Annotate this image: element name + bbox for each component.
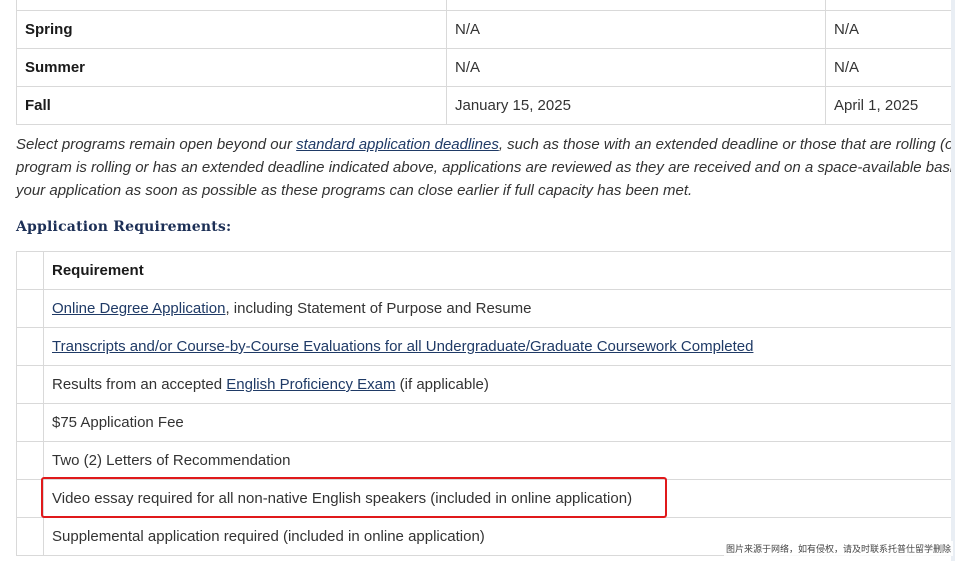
online-application-link[interactable]: Online Degree Application <box>52 300 225 317</box>
deadline-note: Select programs remain open beyond our s… <box>16 133 955 202</box>
term-cell: Spring <box>16 10 447 49</box>
standard-deadlines-link[interactable]: standard application deadlines <box>296 136 499 153</box>
requirement-cell: Online Degree Application, including Sta… <box>43 289 955 328</box>
highlight-box <box>41 477 667 518</box>
deadline-cell: N/A <box>446 48 826 87</box>
table-row <box>16 0 955 11</box>
watermark: 图片来源于网络，如有侵权，请及时联系托普仕留学删除 <box>723 541 953 556</box>
deadline-cell: April 1, 2025 <box>825 86 955 125</box>
transcripts-link[interactable]: Transcripts and/or Course-by-Course Eval… <box>52 338 753 355</box>
requirement-cell: Transcripts and/or Course-by-Course Eval… <box>43 327 955 366</box>
note-line: Select programs remain open beyond our s… <box>16 136 955 153</box>
table-row: Online Degree Application, including Sta… <box>16 289 955 328</box>
deadline-cell: January 15, 2025 <box>446 86 826 125</box>
table-row: $75 Application Fee <box>16 403 955 442</box>
term-cell: Summer <box>16 48 447 87</box>
deadlines-table: Spring N/A N/A Summer N/A N/A Fall Janua… <box>16 0 955 125</box>
table-row: Summer N/A N/A <box>16 48 955 87</box>
note-line: program is rolling or has an extended de… <box>16 159 955 176</box>
table-row: Fall January 15, 2025 April 1, 2025 <box>16 86 955 125</box>
table-row: Results from an accepted English Profici… <box>16 365 955 404</box>
english-proficiency-link[interactable]: English Proficiency Exam <box>226 376 395 393</box>
table-header-row: Requirement <box>16 251 955 290</box>
requirement-column-header: Requirement <box>43 251 955 290</box>
requirements-heading: Application Requirements: <box>16 219 232 235</box>
deadline-cell: N/A <box>446 10 826 49</box>
deadline-cell: N/A <box>825 10 955 49</box>
note-line: your application as soon as possible as … <box>16 182 693 199</box>
term-cell: Fall <box>16 86 447 125</box>
page: Spring N/A N/A Summer N/A N/A Fall Janua… <box>0 0 955 561</box>
table-row: Two (2) Letters of Recommendation <box>16 441 955 480</box>
deadline-cell: N/A <box>825 48 955 87</box>
page-edge-shade <box>951 0 955 561</box>
requirement-cell: Results from an accepted English Profici… <box>43 365 955 404</box>
table-row: Transcripts and/or Course-by-Course Eval… <box>16 327 955 366</box>
requirement-cell: $75 Application Fee <box>43 403 955 442</box>
table-row: Spring N/A N/A <box>16 10 955 49</box>
requirement-cell: Two (2) Letters of Recommendation <box>43 441 955 480</box>
